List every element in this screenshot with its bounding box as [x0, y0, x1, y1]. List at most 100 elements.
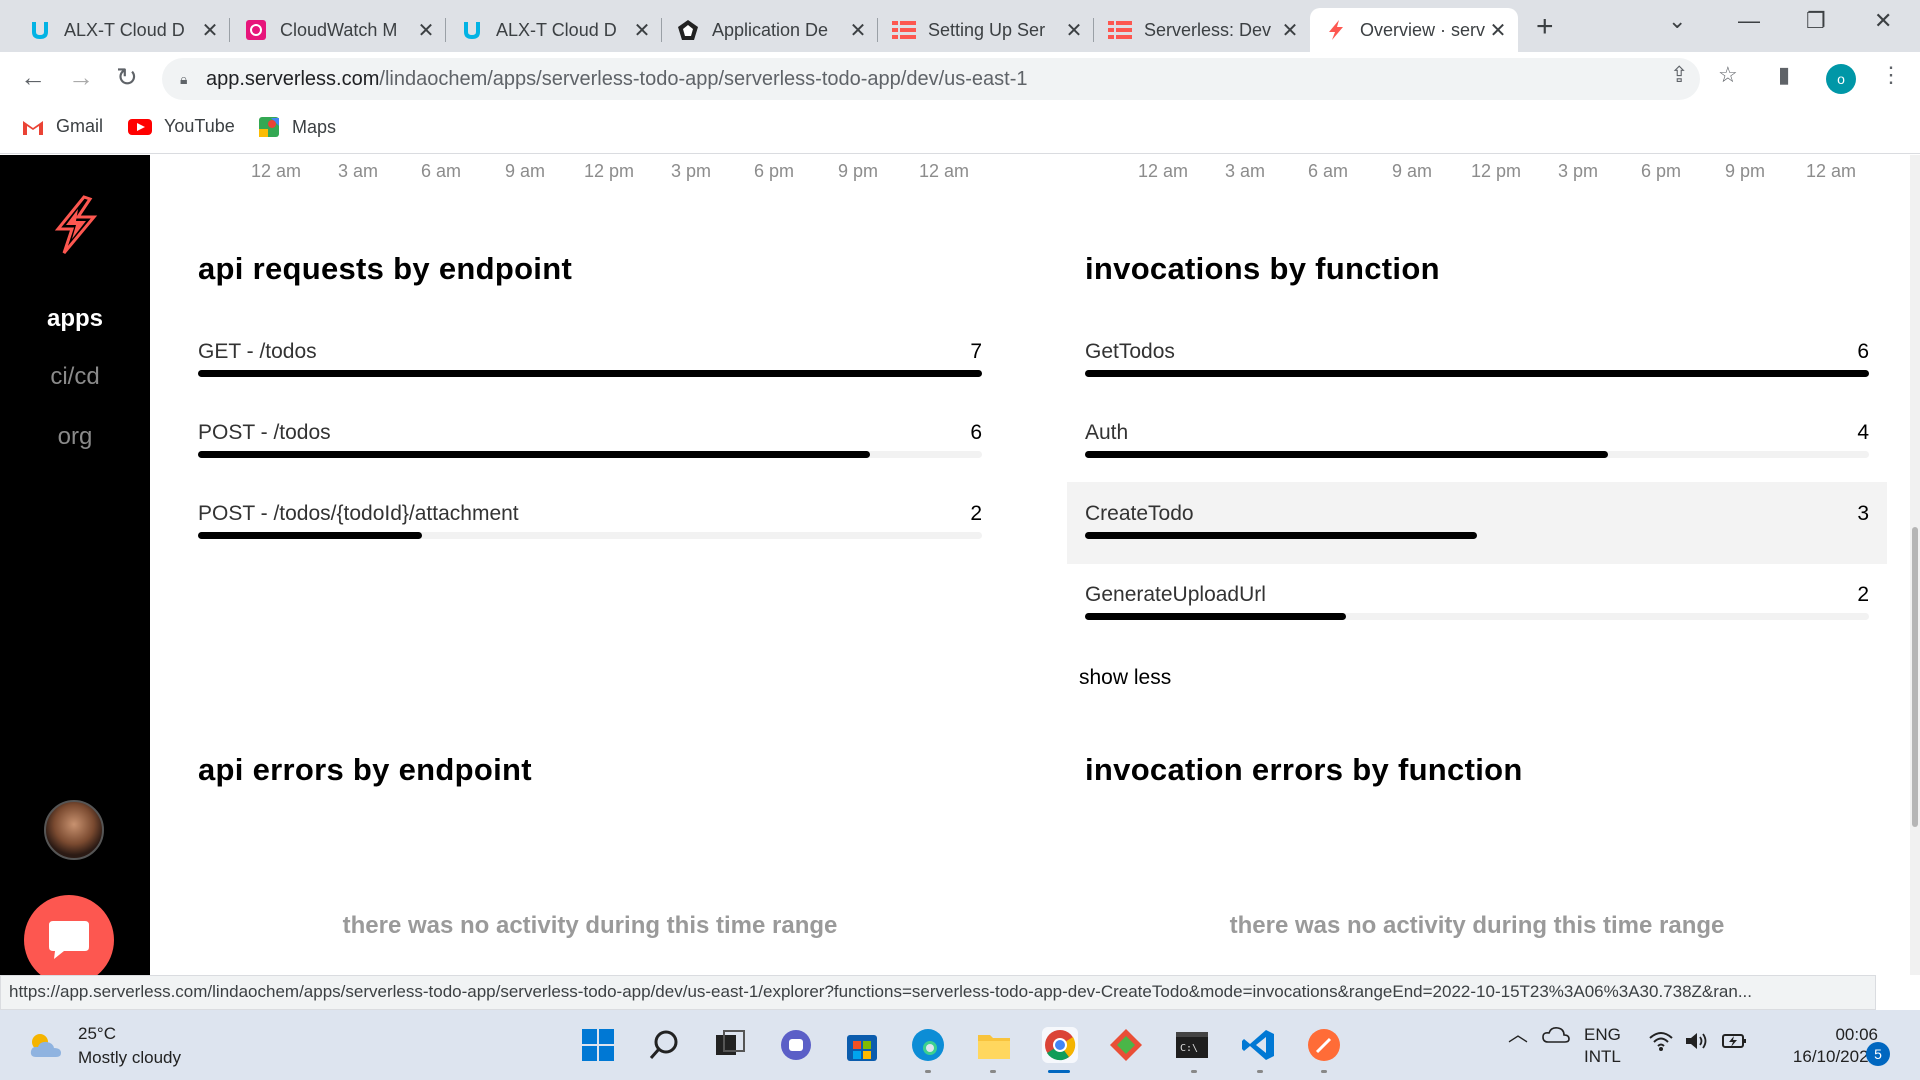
- url-host: app.serverless.com: [206, 67, 380, 90]
- edge-browser-icon[interactable]: [910, 1027, 946, 1063]
- serverless-logo-icon[interactable]: [50, 195, 100, 255]
- invocations-title: invocations by function: [1085, 251, 1440, 286]
- battery-icon[interactable]: [1720, 1030, 1748, 1058]
- side-panel-icon[interactable]: ▮: [1778, 62, 1790, 88]
- browser-tab[interactable]: Application De ✕: [662, 8, 878, 52]
- endpoint-label: POST - /todos: [198, 421, 331, 444]
- language-indicator[interactable]: ENG INTL: [1584, 1024, 1621, 1068]
- user-avatar[interactable]: [44, 800, 104, 860]
- time-tick: 9 pm: [838, 161, 879, 181]
- tab-search-icon[interactable]: ⌄: [1668, 8, 1686, 34]
- running-indicator: [1321, 1070, 1327, 1073]
- browser-tab[interactable]: ALX-T Cloud D ✕: [446, 8, 662, 52]
- udacity-icon: [28, 18, 52, 42]
- address-bar[interactable]: 🔒︎ app.serverless.com/lindaochem/apps/se…: [162, 58, 1700, 100]
- scrollbar-thumb[interactable]: [1912, 527, 1918, 827]
- bar-fill: [198, 451, 870, 458]
- browser-tab-active[interactable]: Overview · serv ✕: [1310, 8, 1518, 52]
- bar-fill: [1085, 613, 1347, 620]
- show-less-link[interactable]: show less: [1079, 666, 1171, 690]
- teams-chat-icon[interactable]: [778, 1027, 814, 1063]
- serverless-icon: [892, 18, 916, 42]
- back-arrow-icon[interactable]: ←: [20, 62, 46, 93]
- git-kraken-icon[interactable]: [1108, 1027, 1144, 1063]
- terminal-icon[interactable]: C:\: [1174, 1027, 1210, 1063]
- notification-badge[interactable]: 5: [1866, 1042, 1890, 1066]
- serverless-icon: [1108, 18, 1132, 42]
- empty-state-text: there was no activity during this time r…: [342, 912, 838, 939]
- chrome-icon[interactable]: [1042, 1027, 1078, 1063]
- browser-tab[interactable]: Serverless: Dev ✕: [1094, 8, 1310, 52]
- new-tab-button[interactable]: +: [1536, 10, 1554, 44]
- endpoint-label: GET - /todos: [198, 340, 317, 363]
- close-icon[interactable]: ✕: [416, 18, 436, 43]
- bar-fill: [198, 370, 982, 377]
- share-icon[interactable]: ⇪: [1670, 62, 1688, 88]
- function-label: Auth: [1085, 421, 1129, 444]
- close-icon[interactable]: ✕: [1064, 18, 1084, 43]
- bar-track: [198, 532, 982, 539]
- time-tick: 12 pm: [1471, 161, 1522, 181]
- reload-icon[interactable]: ↻: [116, 62, 138, 93]
- browser-tab[interactable]: CloudWatch M ✕: [230, 8, 446, 52]
- udacity-icon: [460, 18, 484, 42]
- bookmark-gmail[interactable]: Gmail: [22, 116, 103, 137]
- menu-kebab-icon[interactable]: ⋮: [1880, 62, 1902, 88]
- running-indicator: [1191, 1070, 1197, 1073]
- running-indicator: [925, 1070, 931, 1073]
- window-close-icon[interactable]: ✕: [1874, 8, 1892, 34]
- bookmark-youtube[interactable]: YouTube: [128, 116, 235, 137]
- close-icon[interactable]: ✕: [1280, 18, 1300, 43]
- onedrive-cloud-icon[interactable]: [1542, 1024, 1570, 1050]
- weather-widget[interactable]: 25°C Mostly cloudy: [28, 1022, 181, 1070]
- empty-state-text: there was no activity during this time r…: [1229, 912, 1725, 939]
- task-view-icon[interactable]: [712, 1027, 748, 1063]
- windows-start-icon[interactable]: [580, 1027, 616, 1063]
- sidebar-item-cicd[interactable]: ci/cd: [0, 363, 150, 391]
- volume-icon[interactable]: [1684, 1030, 1710, 1058]
- function-label: GenerateUploadUrl: [1085, 583, 1266, 606]
- search-icon[interactable]: [646, 1027, 682, 1063]
- url-path: /lindaochem/apps/serverless-todo-app/ser…: [379, 67, 1028, 90]
- browser-tab[interactable]: ALX-T Cloud D ✕: [14, 8, 230, 52]
- profile-avatar[interactable]: o: [1826, 64, 1856, 94]
- vscode-icon[interactable]: [1240, 1027, 1276, 1063]
- wifi-icon[interactable]: [1648, 1030, 1674, 1058]
- browser-tab[interactable]: Setting Up Ser ✕: [878, 8, 1094, 52]
- endpoint-count: 2: [970, 502, 982, 525]
- function-count: 3: [1857, 502, 1869, 525]
- time-tick: 6 am: [1308, 161, 1349, 181]
- temperature: 25°C: [78, 1024, 116, 1043]
- time-tick: 12 am: [1806, 161, 1857, 181]
- api-requests-title: api requests by endpoint: [198, 251, 573, 286]
- bookmark-maps[interactable]: Maps: [258, 116, 336, 138]
- close-icon[interactable]: ✕: [200, 18, 220, 43]
- microsoft-store-icon[interactable]: [844, 1027, 880, 1063]
- forward-arrow-icon[interactable]: →: [68, 62, 94, 93]
- function-label: GetTodos: [1085, 340, 1175, 363]
- close-icon[interactable]: ✕: [1488, 18, 1508, 43]
- chevron-up-icon[interactable]: ︿: [1508, 1024, 1528, 1046]
- running-indicator: [990, 1070, 996, 1073]
- auth0-icon: [676, 18, 700, 42]
- time-tick: 6 pm: [754, 161, 795, 181]
- time-tick: 6 pm: [1641, 161, 1682, 181]
- cloudy-weather-icon: [30, 1034, 61, 1057]
- system-clock[interactable]: 00:06 16/10/2022: [1768, 1024, 1878, 1068]
- bar-fill: [198, 532, 423, 539]
- chat-button[interactable]: [24, 895, 114, 985]
- bar-fill: [1085, 532, 1477, 539]
- sidebar-item-org[interactable]: org: [0, 423, 150, 451]
- maps-icon: [259, 117, 279, 137]
- restore-icon[interactable]: ❐: [1806, 8, 1826, 34]
- youtube-icon: [128, 118, 152, 135]
- bookmark-star-icon[interactable]: ☆: [1718, 62, 1738, 88]
- close-icon[interactable]: ✕: [848, 18, 868, 43]
- close-icon[interactable]: ✕: [632, 18, 652, 43]
- sidebar-item-apps[interactable]: apps: [0, 305, 150, 333]
- main-content: 12 am 3 am 6 am 9 am 12 pm 3 pm 6 pm 9 p…: [150, 155, 1920, 975]
- file-explorer-icon[interactable]: [976, 1027, 1012, 1063]
- minimize-icon[interactable]: —: [1738, 8, 1760, 34]
- time-tick: 12 am: [1138, 161, 1189, 181]
- postman-icon[interactable]: [1306, 1027, 1342, 1063]
